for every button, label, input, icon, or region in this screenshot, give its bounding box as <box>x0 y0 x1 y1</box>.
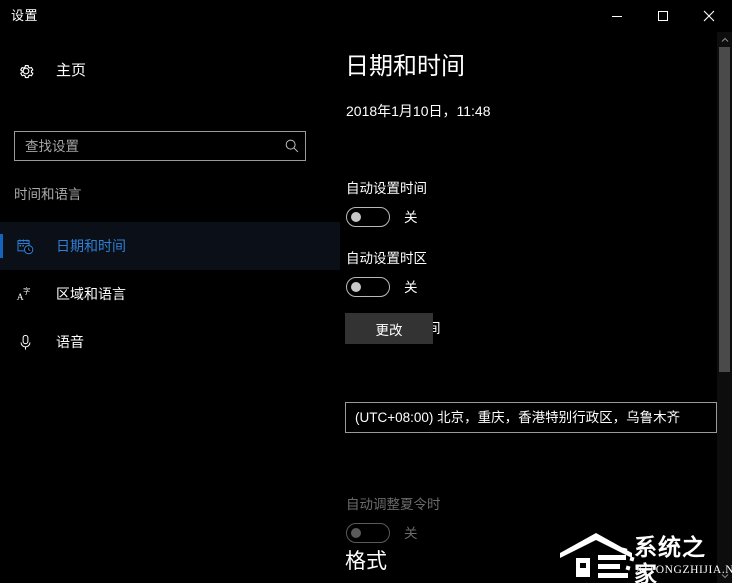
scroll-up-button[interactable] <box>717 32 732 47</box>
auto-timezone-toggle[interactable] <box>346 277 390 297</box>
title-bar: 设置 <box>0 0 732 32</box>
sidebar-group-title: 时间和语言 <box>14 187 82 202</box>
toggle-knob <box>351 212 361 222</box>
change-datetime-button[interactable]: 更改 <box>345 313 433 344</box>
search-input[interactable] <box>15 138 279 154</box>
auto-time-toggle[interactable] <box>346 207 390 227</box>
microphone-icon <box>14 333 36 352</box>
maximize-icon <box>658 11 668 21</box>
sidebar-item-date-and-time[interactable]: 日期和时间 <box>0 222 340 270</box>
sidebar-nav: 日期和时间 A 字 区域和语言 语音 <box>0 222 340 366</box>
language-icon: A 字 <box>14 285 36 304</box>
chevron-down-icon <box>721 573 728 578</box>
calendar-clock-icon <box>14 237 36 256</box>
toggle-knob <box>351 282 361 292</box>
window-title: 设置 <box>11 8 39 23</box>
timezone-select[interactable]: (UTC+08:00) 北京，重庆，香港特别行政区，乌鲁木齐 <box>345 402 717 433</box>
page-title: 日期和时间 <box>345 53 465 80</box>
sidebar-item-speech[interactable]: 语音 <box>0 318 340 366</box>
minimize-icon <box>612 16 622 17</box>
sidebar-item-label: 语音 <box>56 334 84 350</box>
auto-dst-state: 关 <box>404 525 418 541</box>
gear-icon <box>14 62 38 80</box>
search-box[interactable] <box>14 131 306 161</box>
auto-timezone-state: 关 <box>404 279 418 295</box>
scrollbar-thumb[interactable] <box>719 47 730 372</box>
settings-window: 设置 主页 查找设置 时间和语言 日期和时间 A 字 区域和语言 语音 日期和时… <box>0 0 732 583</box>
sidebar-item-label: 区域和语言 <box>56 286 126 302</box>
auto-time-toggle-row: 关 <box>346 207 418 227</box>
sidebar-item-region-and-language[interactable]: A 字 区域和语言 <box>0 270 340 318</box>
sidebar-item-home[interactable]: 主页 <box>0 52 340 90</box>
auto-dst-label: 自动调整夏令时 <box>346 497 441 512</box>
auto-time-state: 关 <box>404 209 418 225</box>
auto-timezone-toggle-row: 关 <box>346 277 418 297</box>
svg-text:字: 字 <box>23 286 30 295</box>
maximize-button[interactable] <box>640 0 686 32</box>
sidebar: 主页 时间和语言 <box>0 32 340 583</box>
current-datetime-text: 2018年1月10日，11:48 <box>346 103 491 119</box>
auto-dst-toggle-row: 关 <box>346 523 418 543</box>
toggle-knob <box>351 528 361 538</box>
sidebar-home-label: 主页 <box>56 62 87 79</box>
close-icon <box>703 10 715 22</box>
scroll-down-button[interactable] <box>717 568 732 583</box>
window-controls <box>594 0 732 32</box>
close-button[interactable] <box>686 0 732 32</box>
main-scrollbar[interactable] <box>717 32 732 583</box>
scrollbar-track[interactable] <box>717 47 732 568</box>
main-content: 日期和时间 2018年1月10日，11:48 自动设置时间 关 自动设置时区 关… <box>340 32 720 583</box>
minimize-button[interactable] <box>594 0 640 32</box>
format-section-title: 格式 <box>345 550 387 573</box>
auto-time-label: 自动设置时间 <box>346 181 427 196</box>
auto-timezone-label: 自动设置时区 <box>346 251 427 266</box>
sidebar-item-label: 日期和时间 <box>56 238 126 254</box>
timezone-value: (UTC+08:00) 北京，重庆，香港特别行政区，乌鲁木齐 <box>355 409 681 425</box>
chevron-up-icon <box>721 37 728 42</box>
auto-dst-toggle[interactable] <box>346 523 390 543</box>
search-icon[interactable] <box>279 138 305 154</box>
